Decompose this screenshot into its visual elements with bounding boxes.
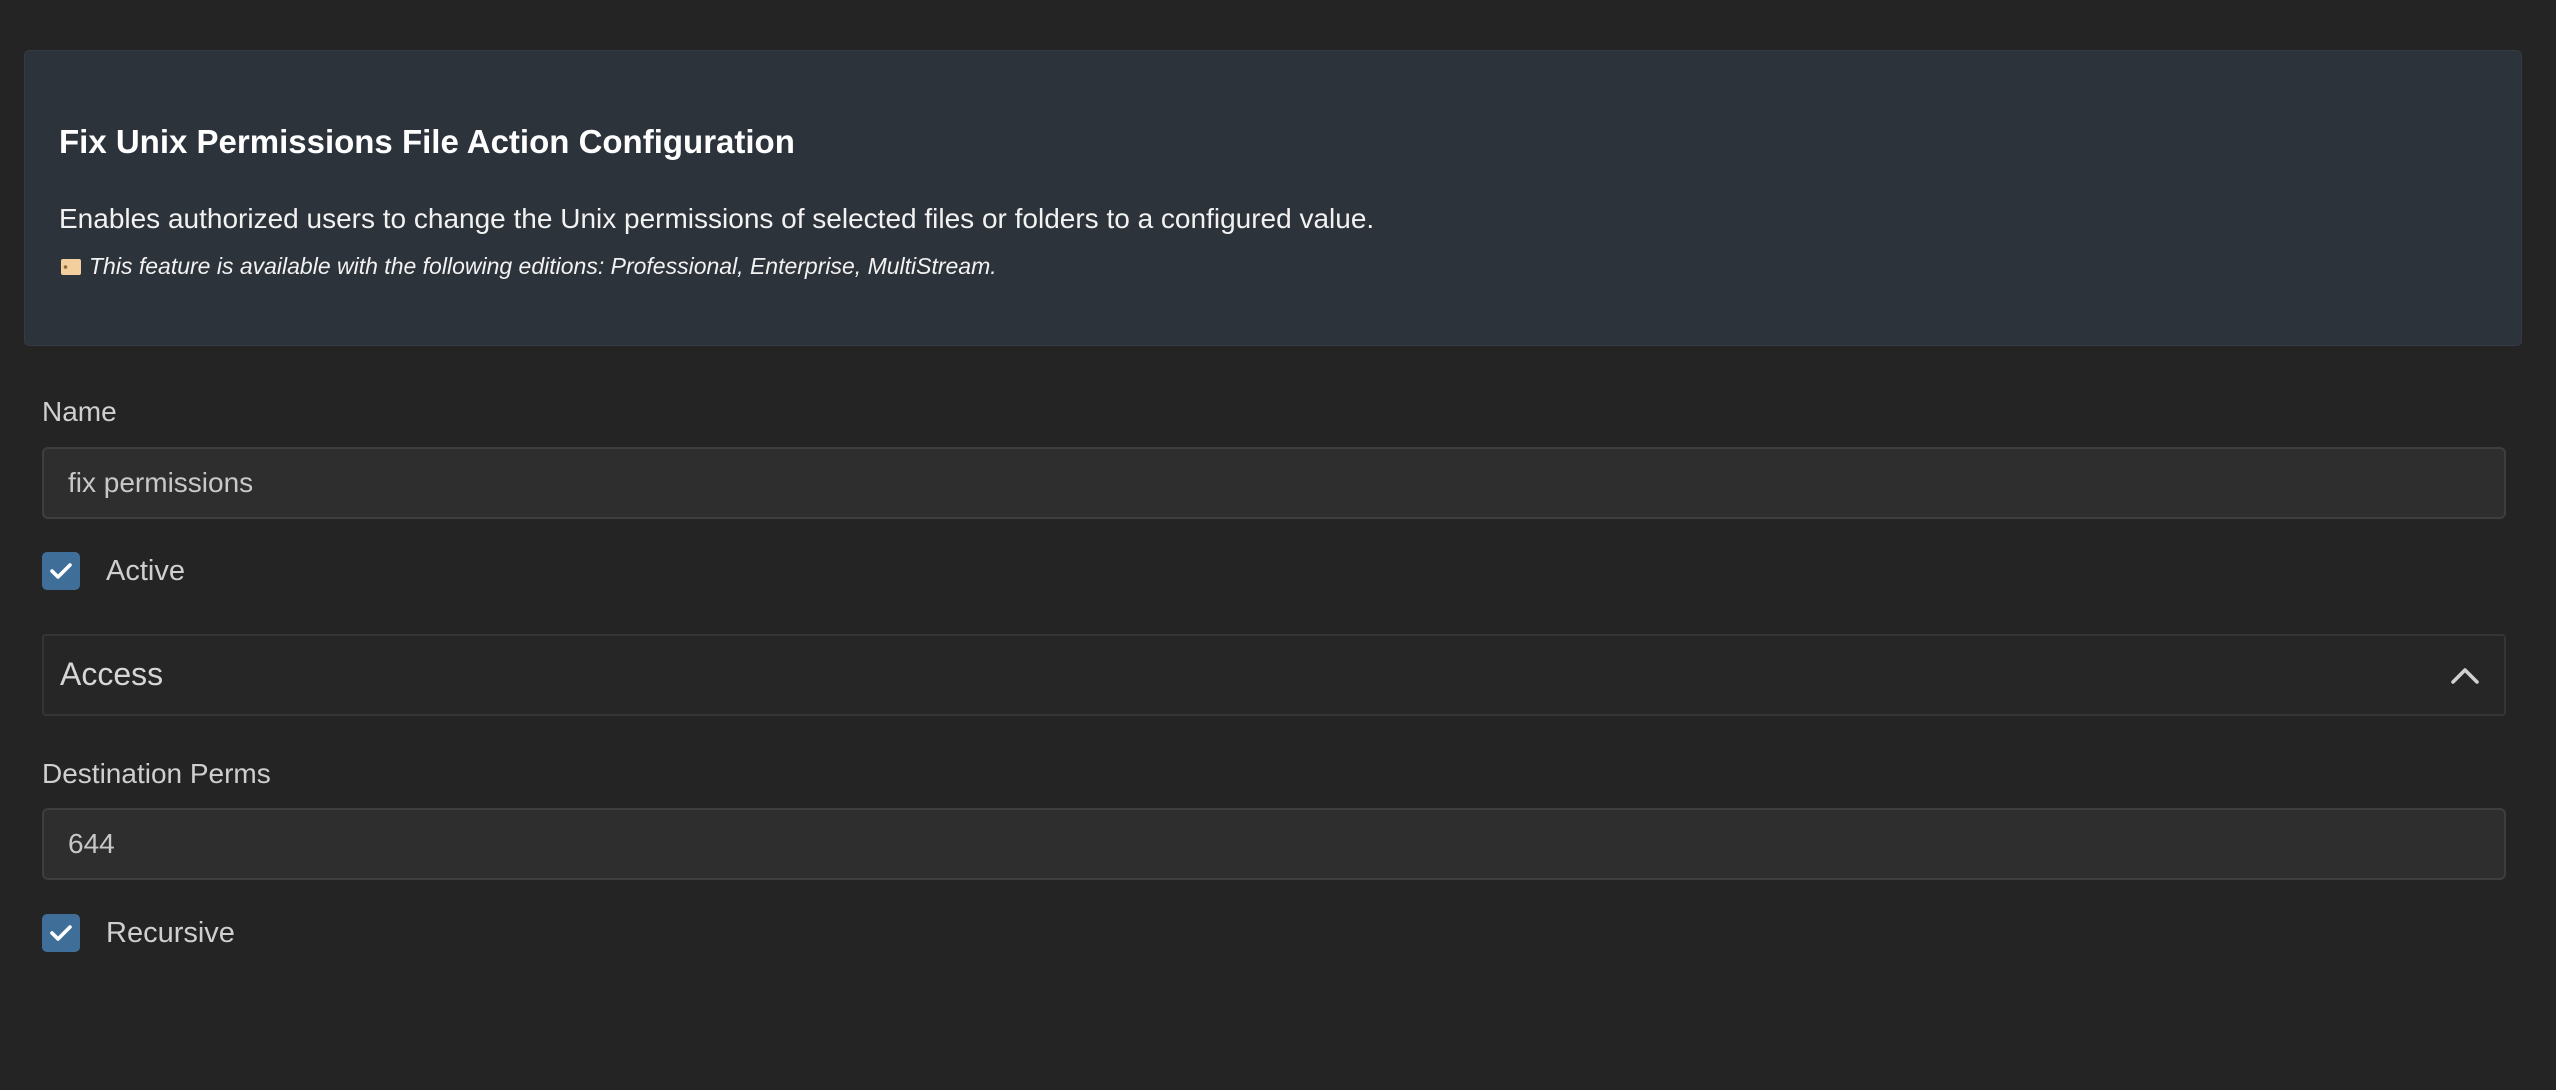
editions-note: This feature is available with the follo… bbox=[59, 253, 997, 280]
active-label: Active bbox=[106, 554, 185, 587]
recursive-checkbox-row[interactable]: Recursive bbox=[42, 913, 235, 953]
destination-perms-input[interactable] bbox=[42, 808, 2506, 880]
file-action-config-page: Fix Unix Permissions File Action Configu… bbox=[0, 0, 2556, 1090]
info-panel: Fix Unix Permissions File Action Configu… bbox=[24, 50, 2522, 346]
access-accordion-header[interactable]: Access bbox=[42, 634, 2506, 716]
tag-icon bbox=[61, 258, 81, 275]
active-checkbox[interactable] bbox=[42, 552, 80, 590]
access-section-title: Access bbox=[60, 656, 164, 692]
name-label: Name bbox=[42, 396, 117, 427]
destination-perms-label: Destination Perms bbox=[42, 758, 271, 789]
chevron-up-icon[interactable] bbox=[2448, 660, 2482, 690]
recursive-label: Recursive bbox=[106, 916, 235, 949]
feature-description: Enables authorized users to change the U… bbox=[59, 203, 1375, 234]
page-title: Fix Unix Permissions File Action Configu… bbox=[59, 123, 795, 160]
check-icon bbox=[50, 925, 72, 941]
active-checkbox-row[interactable]: Active bbox=[42, 551, 185, 591]
recursive-checkbox[interactable] bbox=[42, 914, 80, 952]
name-input[interactable] bbox=[42, 447, 2506, 519]
editions-text: This feature is available with the follo… bbox=[89, 253, 997, 279]
check-icon bbox=[50, 563, 72, 579]
